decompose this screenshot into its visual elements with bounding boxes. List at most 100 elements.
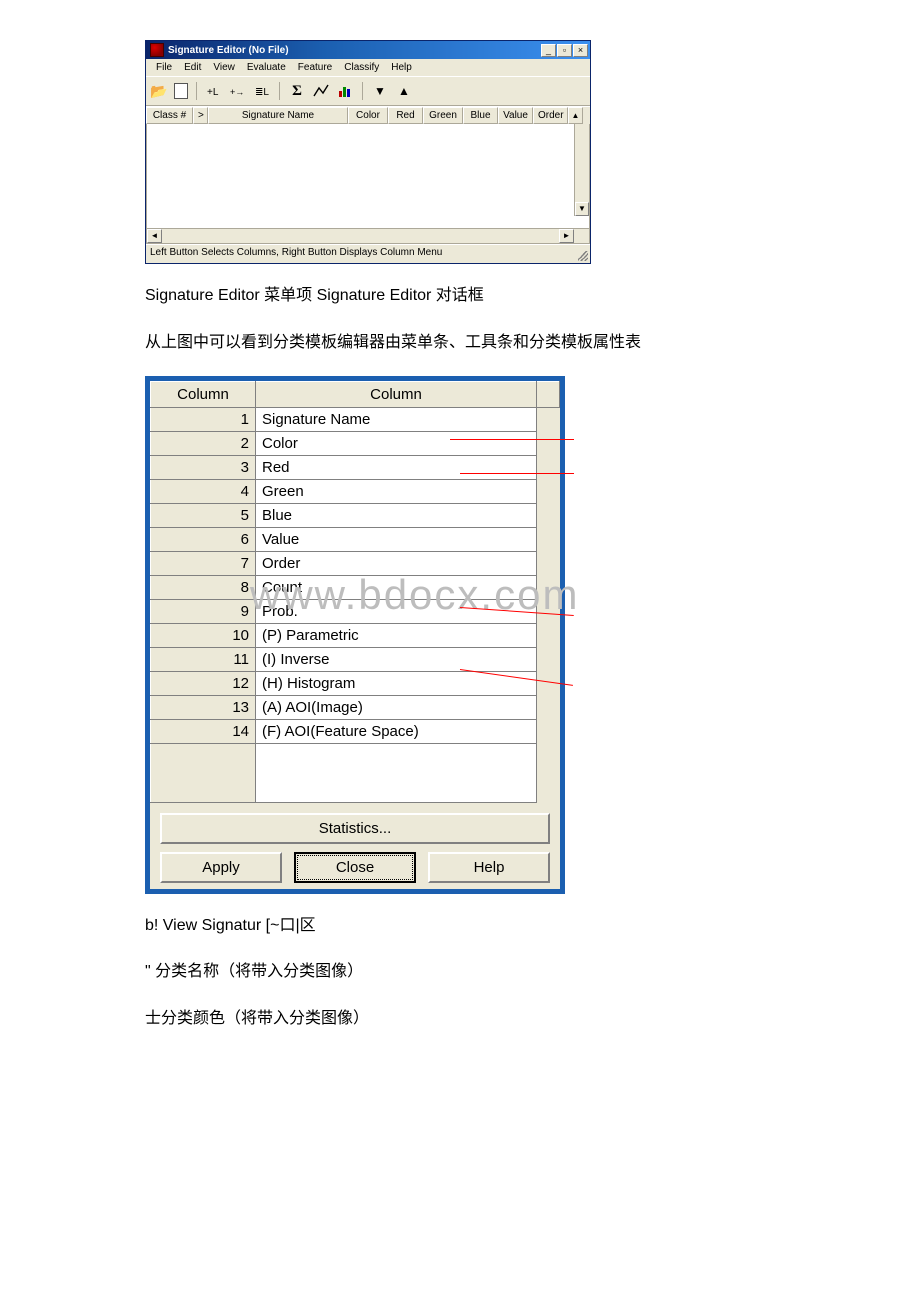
row-name[interactable]: Prob. bbox=[256, 599, 537, 623]
row-number: 12 bbox=[151, 671, 256, 695]
open-icon[interactable]: 📂 bbox=[150, 82, 168, 100]
menu-feature[interactable]: Feature bbox=[292, 61, 338, 74]
row-name[interactable]: Green bbox=[256, 479, 537, 503]
grid-body[interactable]: ▼ bbox=[146, 124, 590, 229]
table-row[interactable]: 10(P) Parametric bbox=[151, 623, 560, 647]
row-name[interactable]: Red bbox=[256, 455, 537, 479]
table-row[interactable]: 4Green bbox=[151, 479, 560, 503]
help-button[interactable]: Help bbox=[428, 852, 550, 883]
table-row[interactable]: 5Blue bbox=[151, 503, 560, 527]
view-columns-dialog: www.bdocx.com Column Column 1Signature N… bbox=[145, 376, 565, 894]
row-number: 14 bbox=[151, 719, 256, 743]
paragraph: Signature Editor 菜单项 Signature Editor 对话… bbox=[145, 282, 900, 311]
scroll-down-icon[interactable]: ▼ bbox=[575, 202, 589, 216]
maximize-button[interactable]: ▫ bbox=[557, 44, 572, 57]
new-icon[interactable] bbox=[174, 83, 188, 99]
row-name[interactable]: Blue bbox=[256, 503, 537, 527]
col-value[interactable]: Value bbox=[498, 107, 533, 124]
row-name[interactable]: Count bbox=[256, 575, 537, 599]
col-color[interactable]: Color bbox=[348, 107, 388, 124]
annotation-line bbox=[450, 439, 574, 440]
row-name[interactable]: (A) AOI(Image) bbox=[256, 695, 537, 719]
col-order[interactable]: Order bbox=[533, 107, 568, 124]
table-row[interactable]: 11(I) Inverse bbox=[151, 647, 560, 671]
close-button[interactable]: × bbox=[573, 44, 588, 57]
arrow-down-icon[interactable]: ▼ bbox=[371, 82, 389, 100]
vertical-scrollbar[interactable] bbox=[537, 407, 560, 802]
row-name[interactable]: (P) Parametric bbox=[256, 623, 537, 647]
paragraph: 从上图中可以看到分类模板编辑器由菜单条、工具条和分类模板属性表 bbox=[145, 329, 900, 358]
scroll-right-icon[interactable]: ► bbox=[559, 229, 574, 243]
horizontal-scrollbar[interactable]: ◄ ► bbox=[146, 229, 590, 244]
scroll-left-icon[interactable]: ◄ bbox=[147, 229, 162, 243]
row-number: 11 bbox=[151, 647, 256, 671]
menu-view[interactable]: View bbox=[207, 61, 241, 74]
svg-text:+L: +L bbox=[207, 87, 219, 98]
minimize-button[interactable]: _ bbox=[541, 44, 556, 57]
table-row[interactable]: 6Value bbox=[151, 527, 560, 551]
row-number: 5 bbox=[151, 503, 256, 527]
columns-table: Column Column 1Signature Name 2Color 3Re… bbox=[150, 381, 560, 803]
header-column-name[interactable]: Column bbox=[256, 381, 537, 407]
row-number: 10 bbox=[151, 623, 256, 647]
status-bar: Left Button Selects Columns, Right Butto… bbox=[146, 244, 590, 263]
col-signature-name[interactable]: Signature Name bbox=[208, 107, 348, 124]
paragraph: " 分类名称（将带入分类图像） bbox=[145, 958, 900, 987]
histogram-icon[interactable] bbox=[336, 82, 354, 100]
row-number bbox=[151, 743, 256, 802]
row-name[interactable]: Value bbox=[256, 527, 537, 551]
paragraph: 士分类颜色（将带入分类图像） bbox=[145, 1005, 900, 1034]
app-icon bbox=[150, 43, 164, 57]
arrow-up-icon[interactable]: ▲ bbox=[395, 82, 413, 100]
scrollbar-track[interactable] bbox=[162, 229, 559, 243]
table-row[interactable]: 9Prob. bbox=[151, 599, 560, 623]
col-red[interactable]: Red bbox=[388, 107, 423, 124]
row-number: 2 bbox=[151, 431, 256, 455]
menu-edit[interactable]: Edit bbox=[178, 61, 207, 74]
titlebar[interactable]: Signature Editor (No File) _ ▫ × bbox=[146, 41, 590, 59]
row-name[interactable]: Color bbox=[256, 431, 537, 455]
close-button[interactable]: Close bbox=[294, 852, 416, 883]
table-row-empty bbox=[151, 743, 560, 802]
svg-text:+→: +→ bbox=[230, 87, 244, 97]
scrollbar-header bbox=[537, 381, 560, 407]
col-class[interactable]: Class # bbox=[146, 107, 193, 124]
toolbar-divider bbox=[279, 82, 280, 100]
row-number: 3 bbox=[151, 455, 256, 479]
toolbar-divider bbox=[196, 82, 197, 100]
row-name[interactable]: (F) AOI(Feature Space) bbox=[256, 719, 537, 743]
add-signature-icon[interactable]: +L bbox=[205, 82, 223, 100]
table-row[interactable]: 14(F) AOI(Feature Space) bbox=[151, 719, 560, 743]
replace-signature-icon[interactable]: +→ bbox=[229, 82, 247, 100]
merge-icon[interactable]: ≣L bbox=[253, 82, 271, 100]
table-row[interactable]: 3Red bbox=[151, 455, 560, 479]
table-row[interactable]: 2Color bbox=[151, 431, 560, 455]
mean-plot-icon[interactable] bbox=[312, 82, 330, 100]
table-row[interactable]: 7Order bbox=[151, 551, 560, 575]
col-green[interactable]: Green bbox=[423, 107, 463, 124]
row-number: 8 bbox=[151, 575, 256, 599]
menu-evaluate[interactable]: Evaluate bbox=[241, 61, 292, 74]
row-name[interactable]: (I) Inverse bbox=[256, 647, 537, 671]
apply-button[interactable]: Apply bbox=[160, 852, 282, 883]
signature-editor-window: Signature Editor (No File) _ ▫ × File Ed… bbox=[145, 40, 591, 264]
row-number: 9 bbox=[151, 599, 256, 623]
row-name[interactable]: Signature Name bbox=[256, 407, 537, 431]
row-number: 13 bbox=[151, 695, 256, 719]
scroll-up-icon[interactable]: ▲ bbox=[568, 107, 583, 124]
window-title: Signature Editor (No File) bbox=[168, 45, 541, 56]
table-row[interactable]: 1Signature Name bbox=[151, 407, 560, 431]
menu-help[interactable]: Help bbox=[385, 61, 418, 74]
row-name[interactable]: Order bbox=[256, 551, 537, 575]
header-column-number[interactable]: Column bbox=[151, 381, 256, 407]
vertical-scrollbar[interactable]: ▼ bbox=[574, 124, 589, 216]
row-number: 6 bbox=[151, 527, 256, 551]
statistics-button[interactable]: Statistics... bbox=[160, 813, 550, 844]
statistics-icon[interactable]: Σ bbox=[288, 82, 306, 100]
table-row[interactable]: 13(A) AOI(Image) bbox=[151, 695, 560, 719]
col-arrow[interactable]: > bbox=[193, 107, 208, 124]
col-blue[interactable]: Blue bbox=[463, 107, 498, 124]
menu-file[interactable]: File bbox=[150, 61, 178, 74]
menu-classify[interactable]: Classify bbox=[338, 61, 385, 74]
table-row[interactable]: 8Count bbox=[151, 575, 560, 599]
